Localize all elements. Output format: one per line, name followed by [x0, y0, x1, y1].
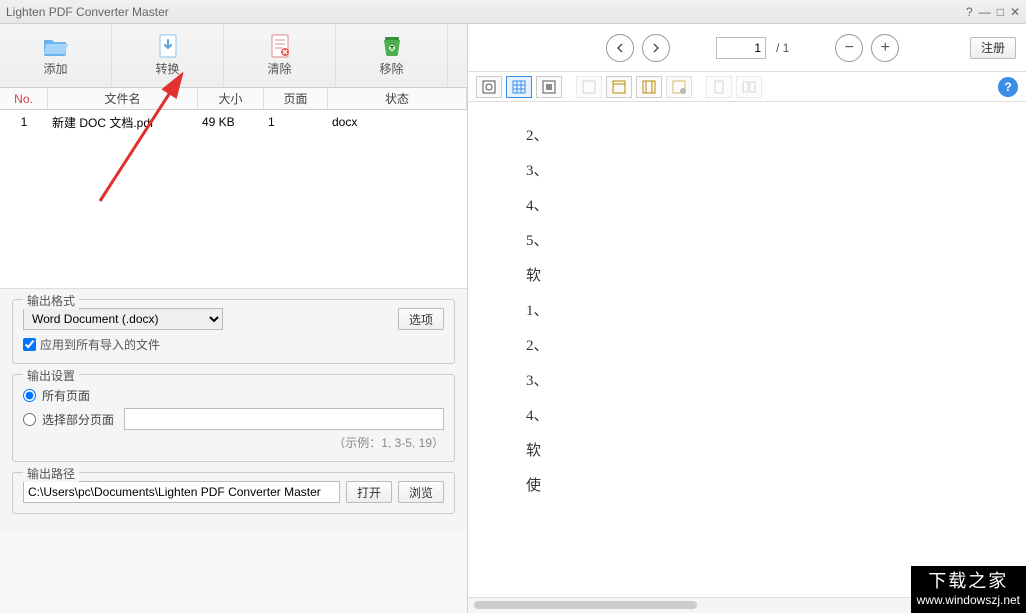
document-clear-icon	[266, 34, 294, 58]
view-grid-icon[interactable]	[506, 76, 532, 98]
browse-button[interactable]: 浏览	[398, 481, 444, 503]
output-settings-group: 输出设置 所有页面 选择部分页面 （示例：1, 3-5, 19）	[12, 374, 455, 462]
page-total: / 1	[776, 41, 789, 55]
cell-no: 1	[0, 115, 48, 129]
cell-size: 49 KB	[198, 115, 264, 129]
view-toolbar: ?	[468, 72, 1026, 102]
page-number-input[interactable]	[716, 37, 766, 59]
register-button[interactable]: 注册	[970, 37, 1016, 59]
table-row[interactable]: 1 新建 DOC 文档.pdf 49 KB 1 docx	[0, 110, 467, 134]
zoom-out-button[interactable]: −	[835, 34, 863, 62]
preview-line: 2、	[526, 334, 1018, 355]
preview-content: 2、 3、 4、 5、 软 1、 2、 3、 4、 软 使	[476, 124, 1018, 495]
main-toolbar: 添加 转换 清除 移除	[0, 24, 467, 88]
view-single-icon	[706, 76, 732, 98]
view-fit-icon[interactable]	[536, 76, 562, 98]
window-title: Lighten PDF Converter Master	[6, 5, 966, 19]
cell-page: 1	[264, 115, 328, 129]
preview-line: 1、	[526, 299, 1018, 320]
view-double-icon	[736, 76, 762, 98]
preview-line: 3、	[526, 369, 1018, 390]
radio-all-label: 所有页面	[42, 387, 90, 404]
th-size[interactable]: 大小	[198, 88, 264, 109]
watermark-url: www.windowszj.net	[917, 593, 1020, 609]
th-filename[interactable]: 文件名	[48, 88, 198, 109]
table-header: No. 文件名 大小 页面 状态	[0, 88, 467, 110]
output-format-group: 输出格式 Word Document (.docx) 选项 应用到所有导入的文件	[12, 299, 455, 364]
output-settings-legend: 输出设置	[23, 367, 79, 384]
cell-status: docx	[328, 115, 467, 129]
view-disabled2-icon	[666, 76, 692, 98]
right-panel: / 1 − + 注册 ? 2、 3、 4、 5、 软 1、	[468, 24, 1026, 613]
options-button[interactable]: 选项	[398, 308, 444, 330]
open-button[interactable]: 打开	[346, 481, 392, 503]
preview-line: 使	[526, 474, 1018, 495]
preview-line: 2、	[526, 124, 1018, 145]
help-button[interactable]: ?	[998, 77, 1018, 97]
left-panel: 添加 转换 清除 移除 No. 文	[0, 24, 468, 613]
preview-line: 4、	[526, 194, 1018, 215]
close-icon[interactable]: ✕	[1010, 5, 1020, 19]
remove-button[interactable]: 移除	[336, 24, 448, 87]
output-format-legend: 输出格式	[23, 292, 79, 309]
preview-line: 3、	[526, 159, 1018, 180]
view-actual-icon[interactable]	[476, 76, 502, 98]
th-status[interactable]: 状态	[328, 88, 467, 109]
apply-all-input[interactable]	[23, 338, 36, 351]
preview-area[interactable]: 2、 3、 4、 5、 软 1、 2、 3、 4、 软 使	[468, 102, 1026, 597]
preview-line: 软	[526, 264, 1018, 285]
th-page[interactable]: 页面	[264, 88, 328, 109]
cell-filename: 新建 DOC 文档.pdf	[48, 114, 198, 131]
trash-icon	[378, 34, 406, 58]
convert-label: 转换	[155, 60, 179, 77]
radio-all-pages[interactable]: 所有页面	[23, 387, 444, 404]
output-path-group: 输出路径 打开 浏览	[12, 472, 455, 514]
table-body: 1 新建 DOC 文档.pdf 49 KB 1 docx	[0, 110, 467, 288]
view-page-icon[interactable]	[606, 76, 632, 98]
zoom-in-button[interactable]: +	[871, 34, 899, 62]
next-page-button[interactable]	[642, 34, 670, 62]
page-range-example: （示例：1, 3-5, 19）	[23, 434, 444, 451]
page-range-input[interactable]	[124, 408, 444, 430]
radio-select-label: 选择部分页面	[42, 411, 114, 428]
preview-line: 5、	[526, 229, 1018, 250]
remove-label: 移除	[379, 60, 403, 77]
th-no[interactable]: No.	[0, 88, 48, 109]
watermark-brand: 下载之家	[917, 570, 1020, 593]
view-disabled1-icon	[576, 76, 602, 98]
folder-open-icon	[42, 34, 70, 58]
help-icon[interactable]: ?	[966, 5, 973, 19]
titlebar: Lighten PDF Converter Master ? — □ ✕	[0, 0, 1026, 24]
radio-select-input[interactable]	[23, 413, 36, 426]
view-width-icon[interactable]	[636, 76, 662, 98]
radio-all-input[interactable]	[23, 389, 36, 402]
format-select[interactable]: Word Document (.docx)	[23, 308, 223, 330]
add-label: 添加	[43, 60, 67, 77]
apply-all-label: 应用到所有导入的文件	[40, 336, 160, 353]
convert-button[interactable]: 转换	[112, 24, 224, 87]
document-convert-icon	[154, 34, 182, 58]
radio-select-pages[interactable]: 选择部分页面	[23, 408, 444, 430]
preview-line: 4、	[526, 404, 1018, 425]
watermark: 下载之家 www.windowszj.net	[911, 566, 1026, 613]
clear-button[interactable]: 清除	[224, 24, 336, 87]
add-button[interactable]: 添加	[0, 24, 112, 87]
minimize-icon[interactable]: —	[979, 5, 991, 19]
maximize-icon[interactable]: □	[997, 5, 1004, 19]
apply-all-checkbox[interactable]: 应用到所有导入的文件	[23, 336, 444, 353]
preview-line: 软	[526, 439, 1018, 460]
preview-nav: / 1 − + 注册	[468, 24, 1026, 72]
prev-page-button[interactable]	[606, 34, 634, 62]
clear-label: 清除	[267, 60, 291, 77]
output-path-legend: 输出路径	[23, 465, 79, 482]
output-path-input[interactable]	[23, 481, 340, 503]
